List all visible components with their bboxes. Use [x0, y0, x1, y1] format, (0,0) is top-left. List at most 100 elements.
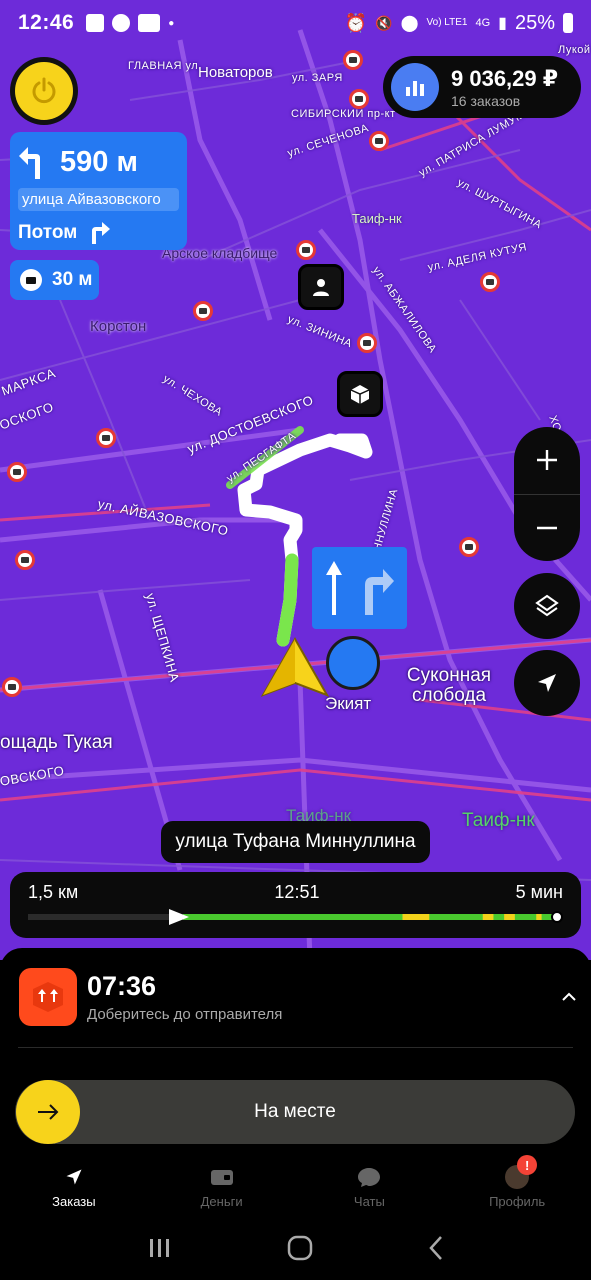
order-subtitle: Доберитесь до отправителя — [87, 1006, 283, 1023]
arrow-right-icon — [38, 1104, 59, 1120]
speed-camera-icon — [2, 677, 22, 697]
order-eta: 07:36 — [87, 971, 157, 1001]
zoom-in-button[interactable] — [514, 427, 580, 494]
mute-icon: 🔇 — [375, 14, 393, 31]
tab-label: Профиль — [489, 1194, 546, 1209]
speed-camera-icon — [96, 428, 116, 448]
bottom-tab-bar: Заказы Деньги Чаты ! Профиль — [0, 1155, 591, 1216]
delivery-service-logo — [19, 968, 77, 1026]
maneuver-distance: 590 м — [60, 145, 138, 178]
earnings-amount: 9 036,29 ₽ — [451, 65, 559, 91]
turn-left-icon — [19, 147, 40, 179]
arrived-label: На месте — [254, 1101, 336, 1122]
power-button[interactable] — [10, 57, 78, 125]
zoom-controls — [514, 427, 580, 561]
place-label: Таиф-нк — [352, 211, 402, 226]
locate-button[interactable] — [514, 650, 580, 716]
layers-button[interactable] — [514, 573, 580, 639]
place-label: Корстон — [90, 318, 147, 335]
arrived-slider[interactable]: На месте — [15, 1080, 575, 1144]
camera-icon — [20, 269, 42, 291]
order-summary[interactable]: 07:36 Доберитесь до отправителя — [19, 968, 577, 1026]
maneuver-street: улица Айвазовского — [18, 188, 179, 211]
dot-icon: ● — [168, 17, 175, 29]
speed-camera-icon — [7, 462, 27, 482]
slider-knob[interactable] — [16, 1080, 80, 1144]
then-label: Потом — [18, 222, 78, 243]
speed-camera-icon — [193, 301, 213, 321]
layers-icon — [535, 594, 559, 617]
tab-money[interactable]: Деньги — [148, 1158, 296, 1216]
car-position-arrow-icon — [261, 637, 329, 697]
route-position-marker-icon — [169, 909, 189, 925]
camera-warning-chip: 30 м — [10, 260, 99, 300]
earnings-widget[interactable]: 9 036,29 ₽ 16 заказов — [383, 56, 581, 118]
location-icon: ⬤ — [400, 15, 419, 32]
lane-right-arrow-icon — [364, 569, 394, 615]
place-label: Суконная слобода — [406, 665, 492, 706]
tab-label: Заказы — [52, 1194, 96, 1209]
camera-distance: 30 м — [52, 269, 93, 290]
street-label: СИБИРСКИЙ пр-кт — [291, 108, 396, 120]
speed-camera-icon — [369, 131, 389, 151]
status-time: 12:46 — [18, 11, 75, 34]
speed-camera-icon — [296, 240, 316, 260]
youtube-icon — [138, 14, 161, 32]
chat-bubble-icon — [358, 1168, 381, 1187]
back-icon[interactable] — [428, 1235, 444, 1261]
route-end-marker-icon — [551, 911, 563, 923]
speed-camera-icon — [349, 89, 369, 109]
tab-profile[interactable]: ! Профиль — [443, 1155, 591, 1216]
remaining-duration: 5 мин — [515, 882, 563, 902]
package-pin-icon[interactable] — [337, 371, 383, 417]
speed-camera-icon — [357, 333, 377, 353]
route-progress-bar — [28, 909, 563, 925]
place-label: Экият — [325, 694, 372, 713]
power-icon — [32, 77, 56, 104]
speed-camera-icon — [343, 50, 363, 70]
navigation-arrow-icon — [538, 674, 556, 692]
recent-apps-icon[interactable] — [147, 1237, 173, 1259]
street-label: ГЛАВНАЯ ул. — [128, 60, 202, 72]
navigation-arrow-icon — [66, 1169, 82, 1185]
tab-chats[interactable]: Чаты — [296, 1158, 444, 1216]
order-sheet[interactable]: 07:36 Доберитесь до отправителя На месте — [0, 948, 591, 1158]
speed-camera-icon — [15, 550, 35, 570]
orders-count: 16 заказов — [451, 92, 521, 109]
arrival-time: 12:51 — [274, 882, 320, 902]
status-bar: 12:46 ● ⏰ 🔇 ⬤ Vo) LTE1 4G ▮ 25% — [0, 0, 591, 46]
place-label: Таиф-нк — [462, 810, 535, 831]
minus-icon — [537, 526, 557, 529]
divider — [18, 1047, 573, 1048]
tab-label: Деньги — [200, 1194, 243, 1209]
plus-icon — [537, 450, 557, 471]
volte-label: Vo) LTE1 — [426, 17, 468, 28]
wallet-icon — [210, 1170, 233, 1185]
speed-camera-icon — [459, 537, 479, 557]
courier-pin-icon[interactable] — [298, 264, 344, 310]
speed-camera-icon — [480, 272, 500, 292]
remaining-distance: 1,5 км — [28, 882, 79, 902]
notification-icon — [112, 14, 131, 32]
gallery-icon — [86, 14, 105, 32]
stats-icon — [391, 63, 439, 111]
street-label: ул. ЗАРЯ — [292, 72, 343, 84]
lane-straight-arrow-icon — [325, 561, 342, 615]
battery-icon — [563, 13, 573, 33]
maneuver-panel[interactable]: 590 м улица Айвазовского Потом — [10, 132, 187, 250]
signal-icon: ▮ — [498, 15, 507, 32]
network-label: 4G — [475, 17, 491, 29]
turn-right-icon — [92, 222, 111, 244]
home-icon[interactable] — [287, 1235, 313, 1261]
route-progress-panel[interactable]: 1,5 км 12:51 5 мин — [10, 872, 581, 938]
alarm-icon: ⏰ — [344, 12, 368, 33]
current-street: улица Туфана Миннуллина — [161, 821, 430, 863]
chevron-up-icon[interactable] — [561, 992, 577, 1002]
tab-label: Чаты — [353, 1194, 385, 1209]
poi-ekiyat-icon[interactable] — [326, 636, 380, 690]
zoom-out-button[interactable] — [514, 495, 580, 562]
tab-orders[interactable]: Заказы — [0, 1158, 148, 1216]
lane-guidance-sign — [312, 547, 407, 629]
battery-percent: 25% — [514, 11, 555, 34]
place-label: Новаторов — [198, 64, 273, 81]
